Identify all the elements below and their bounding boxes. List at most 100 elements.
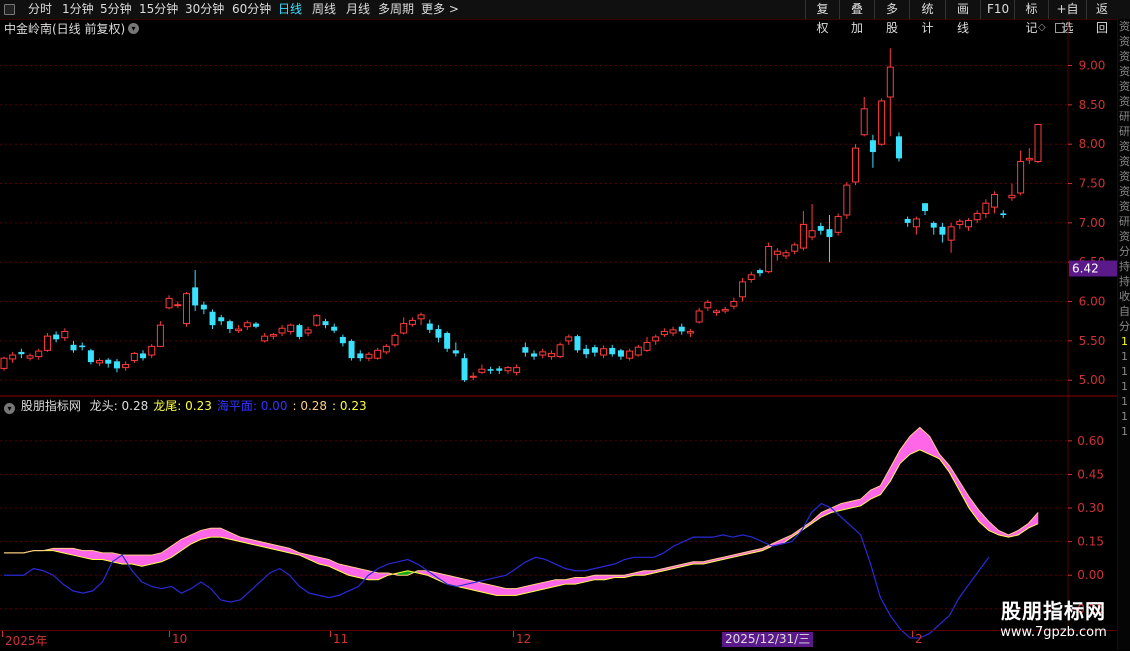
legend-label: 龙头	[89, 399, 114, 413]
candle-body	[200, 304, 207, 310]
strip-char: 资	[1119, 50, 1130, 63]
candle-body	[96, 360, 104, 364]
candle-body	[53, 334, 60, 340]
candle-body	[860, 108, 868, 136]
watermark: 股朋指标网 www.7gpzb.com	[990, 598, 1117, 646]
candle-body	[1000, 213, 1007, 215]
date-tick: 10	[172, 632, 188, 646]
candle-body	[765, 245, 773, 273]
strip-char: 研	[1119, 125, 1130, 138]
candle-body	[1025, 157, 1033, 161]
band-segment	[328, 559, 340, 572]
chevron-down-icon[interactable]: ▾	[4, 403, 15, 414]
legend-item: 龙尾: 0.23	[153, 399, 212, 413]
date-tick-mark	[2, 631, 3, 637]
candle-body	[704, 301, 712, 309]
candle-body	[496, 368, 503, 371]
candle-body	[140, 353, 147, 359]
candle-body	[243, 322, 251, 328]
candle-body	[782, 252, 790, 257]
candle-body	[799, 223, 807, 249]
candle-body	[313, 315, 321, 326]
candle-body	[939, 226, 946, 235]
strip-char: 资	[1119, 95, 1130, 108]
candle-body	[87, 350, 94, 363]
candle-body	[583, 348, 590, 355]
candle-body	[18, 351, 25, 355]
candle-body	[878, 100, 886, 145]
candle-body	[130, 352, 138, 362]
indicator-tick-label: 0.45	[1077, 467, 1104, 481]
legend-item: : 0.23	[332, 399, 367, 413]
candle-body	[922, 203, 929, 212]
candle-body	[808, 230, 816, 238]
strip-char: 分	[1119, 245, 1130, 258]
candle-body	[79, 345, 86, 348]
indicator-tick-label: 0.00	[1077, 568, 1104, 582]
candle-body	[304, 329, 312, 334]
legend-value: 0.28	[121, 399, 149, 413]
candle-body	[452, 350, 459, 354]
candle-body	[182, 293, 190, 325]
legend-value: 0.23	[185, 399, 212, 413]
strip-char: 资	[1119, 200, 1130, 213]
candle-body	[730, 301, 738, 307]
strip-char: 持	[1119, 275, 1130, 288]
candle-body	[739, 281, 747, 298]
candle-body	[1017, 161, 1025, 194]
strip-char: 资	[1119, 155, 1130, 168]
strip-char: 资	[1119, 170, 1130, 183]
date-tick-mark	[169, 631, 170, 637]
indicator-tick-label: 0.15	[1077, 535, 1104, 549]
strip-char: 资	[1119, 230, 1130, 243]
price-tick-label: 6.00	[1079, 295, 1106, 309]
candle-body	[461, 358, 468, 381]
candle-body	[686, 330, 694, 334]
candle-body	[156, 324, 164, 347]
candle-body	[669, 329, 677, 334]
price-tick-label: 9.00	[1079, 59, 1106, 73]
date-tick: 12	[516, 632, 532, 646]
candle-body	[634, 346, 642, 356]
price-tick-label: 8.00	[1079, 137, 1106, 151]
band-segment	[505, 588, 517, 596]
candle-body	[408, 319, 416, 325]
band-segment	[968, 495, 980, 523]
candle-body	[417, 314, 425, 320]
candle-body	[357, 353, 364, 359]
candle-body	[556, 344, 564, 358]
candle-body	[478, 368, 486, 373]
candle-body	[626, 350, 634, 359]
candle-body	[834, 216, 842, 233]
current-price-label: 6.42	[1072, 261, 1099, 275]
strip-char: 收	[1119, 290, 1130, 303]
candle-body	[1008, 194, 1016, 199]
candle-body	[339, 336, 346, 344]
candle-body	[886, 66, 894, 98]
date-tick: 2	[915, 632, 923, 646]
candle-body	[226, 321, 233, 330]
date-tick-mark	[912, 631, 913, 637]
candle-body	[252, 323, 259, 327]
strip-char: 研	[1119, 215, 1130, 228]
candle-body	[209, 311, 216, 326]
band-segment	[880, 467, 891, 496]
candle-body	[982, 202, 990, 214]
date-tick: 2025年	[5, 634, 48, 648]
date-cursor-label: 2025/12/31/三	[722, 632, 814, 647]
candle-body	[70, 344, 77, 351]
candle-body	[218, 317, 225, 322]
candle-body	[165, 297, 173, 309]
candle-body	[278, 327, 286, 334]
candle-body	[817, 226, 824, 231]
chart-canvas[interactable]: 9.008.508.007.507.006.506.005.505.006.42…	[0, 0, 1117, 650]
right-side-strip: 资资资资资资研研资资资资资研资分持持收自分1111111	[1117, 19, 1130, 650]
candle-body	[947, 226, 955, 241]
candle-body	[43, 335, 51, 351]
strip-char: 资	[1119, 35, 1130, 48]
candle-body	[964, 220, 972, 228]
strip-char: 1	[1121, 425, 1128, 438]
date-tick: 11	[333, 632, 349, 646]
candle-body	[0, 357, 8, 369]
strip-char: 资	[1119, 140, 1130, 153]
